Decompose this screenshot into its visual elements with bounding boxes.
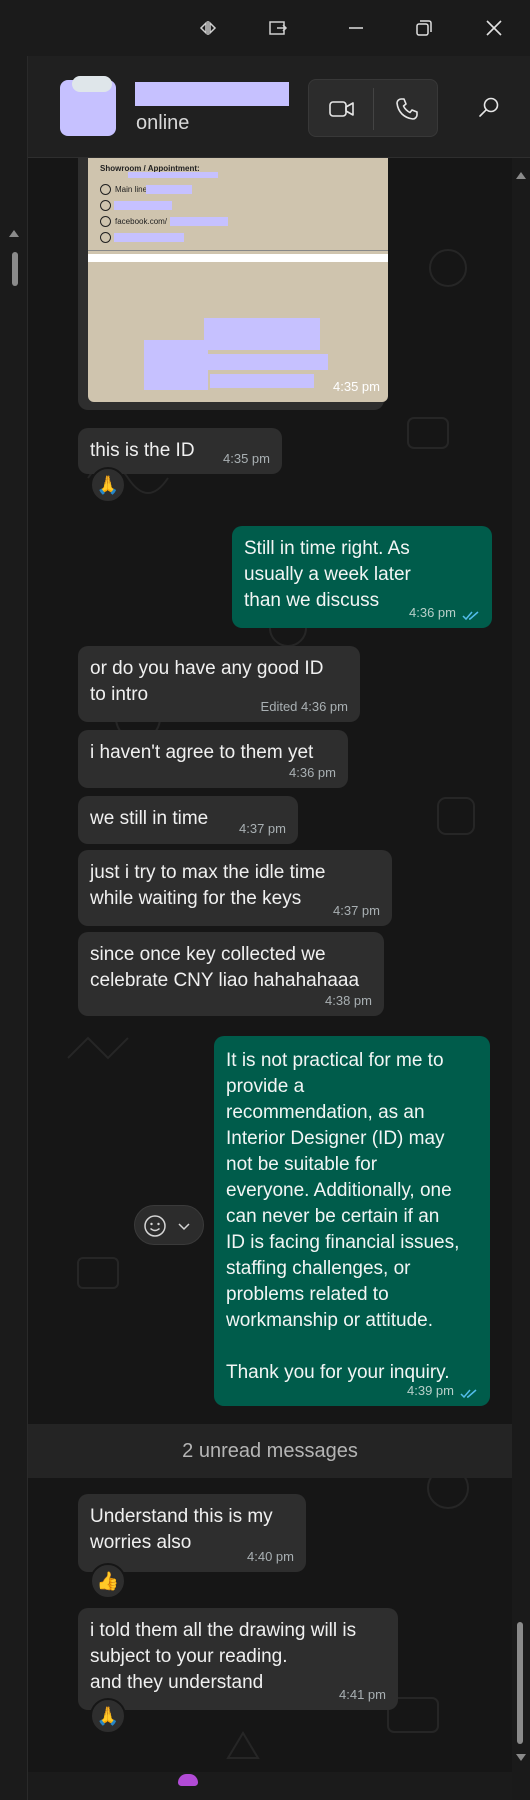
- incoming-message[interactable]: Understand this is my worries also 4:40 …: [78, 1494, 306, 1572]
- incoming-message[interactable]: we still in time 4:37 pm: [78, 796, 298, 844]
- incoming-message[interactable]: or do you have any good ID to intro Edit…: [78, 646, 360, 722]
- redacted-block: [114, 201, 172, 210]
- message-time: 4:35 pm: [223, 451, 270, 466]
- card-white-band: [88, 254, 388, 262]
- instagram-icon: [100, 232, 111, 243]
- message-time: 4:35 pm: [333, 379, 380, 394]
- redacted-block: [210, 374, 314, 388]
- chat-scrollbar[interactable]: [512, 158, 530, 1800]
- card-facebook-text: facebook.com/: [115, 217, 168, 226]
- facebook-icon: [100, 216, 111, 227]
- restore-icon[interactable]: [404, 8, 444, 48]
- contact-name-redacted[interactable]: [135, 82, 289, 106]
- toolbar-indicator: [178, 1774, 198, 1786]
- message-text: since once key collected we celebrate CN…: [90, 944, 360, 991]
- message-time: 4:39 pm: [407, 1383, 454, 1398]
- split-view-icon[interactable]: [188, 8, 228, 48]
- redacted-block: [146, 185, 192, 194]
- card-facebook-line: facebook.com/: [100, 216, 167, 227]
- scroll-up-arrow-icon[interactable]: [516, 172, 526, 179]
- globe-icon: [100, 200, 111, 211]
- avatar-decoration: [72, 76, 112, 92]
- message-time: 4:41 pm: [339, 1687, 386, 1702]
- outgoing-message[interactable]: It is not practical for me to provide a …: [214, 1036, 490, 1406]
- outgoing-message[interactable]: Still in time right. As usually a week l…: [232, 526, 492, 628]
- message-text: i told them all the drawing will is subj…: [90, 1620, 357, 1693]
- reaction-emoji: 👍: [96, 1570, 120, 1591]
- incoming-message[interactable]: since once key collected we celebrate CN…: [78, 932, 384, 1016]
- redacted-block: [128, 172, 218, 178]
- card-divider: [88, 250, 388, 251]
- incoming-message[interactable]: just i try to max the idle time while wa…: [78, 850, 392, 926]
- left-scrollbar-thumb[interactable]: [12, 252, 18, 286]
- message-text: Still in time right. As usually a week l…: [244, 538, 411, 611]
- chat-header: online: [28, 56, 530, 158]
- composer-toolbar: [28, 1772, 512, 1800]
- business-card-image[interactable]: Showroom / Appointment: Main line: faceb…: [88, 158, 388, 402]
- card-main-line: Main line:: [100, 184, 149, 195]
- chat-scrollbar-thumb[interactable]: [517, 1622, 523, 1744]
- incoming-message[interactable]: i told them all the drawing will is subj…: [78, 1608, 398, 1710]
- message-time: 4:38 pm: [325, 993, 372, 1008]
- minimize-icon[interactable]: [336, 8, 376, 48]
- unread-messages-divider: 2 unread messages: [28, 1424, 512, 1478]
- reaction-emoji: 🙏: [96, 474, 120, 495]
- card-instagram-line: [100, 232, 115, 243]
- left-navigation-strip: [0, 56, 28, 1800]
- image-message[interactable]: Showroom / Appointment: Main line: faceb…: [78, 158, 388, 410]
- redacted-block: [170, 217, 228, 226]
- redacted-block: [114, 233, 184, 242]
- read-ticks-icon: [460, 1389, 477, 1399]
- message-time: Edited 4:36 pm: [260, 699, 348, 714]
- close-icon[interactable]: [474, 8, 514, 48]
- message-time: 4:36 pm: [289, 765, 336, 780]
- voice-call-icon[interactable]: [393, 95, 421, 123]
- redacted-block: [204, 318, 320, 350]
- pop-out-icon[interactable]: [258, 8, 298, 48]
- redacted-block: [208, 354, 328, 370]
- window-title-bar: [0, 0, 530, 56]
- call-group-separator: [373, 88, 374, 130]
- reaction-badge[interactable]: 👍: [90, 1563, 126, 1599]
- card-web-line: [100, 200, 115, 211]
- read-ticks-icon: [462, 611, 479, 621]
- reaction-badge[interactable]: 🙏: [90, 467, 126, 503]
- message-time: 4:37 pm: [239, 821, 286, 836]
- emoji-reaction-button[interactable]: [134, 1205, 204, 1245]
- card-main-line-label: Main line:: [115, 185, 150, 194]
- message-time: 4:40 pm: [247, 1549, 294, 1564]
- whatsapp-icon: [100, 184, 111, 195]
- reaction-emoji: 🙏: [96, 1705, 120, 1726]
- message-text: i haven't agree to them yet: [90, 742, 314, 763]
- scroll-up-arrow-icon[interactable]: [9, 230, 19, 237]
- search-icon[interactable]: [474, 92, 504, 122]
- video-call-icon[interactable]: [327, 96, 357, 122]
- redacted-block: [144, 340, 208, 390]
- message-text: It is not practical for me to provide a …: [226, 1050, 460, 1383]
- message-time: 4:37 pm: [333, 903, 380, 918]
- call-button-group: [308, 79, 438, 137]
- incoming-message[interactable]: i haven't agree to them yet 4:36 pm: [78, 730, 348, 788]
- smiley-icon: [144, 1215, 166, 1237]
- scroll-down-arrow-icon[interactable]: [516, 1754, 526, 1761]
- chevron-down-icon: [178, 1223, 190, 1231]
- message-time: 4:36 pm: [409, 605, 456, 620]
- contact-status: online: [136, 112, 190, 134]
- reaction-badge[interactable]: 🙏: [90, 1698, 126, 1734]
